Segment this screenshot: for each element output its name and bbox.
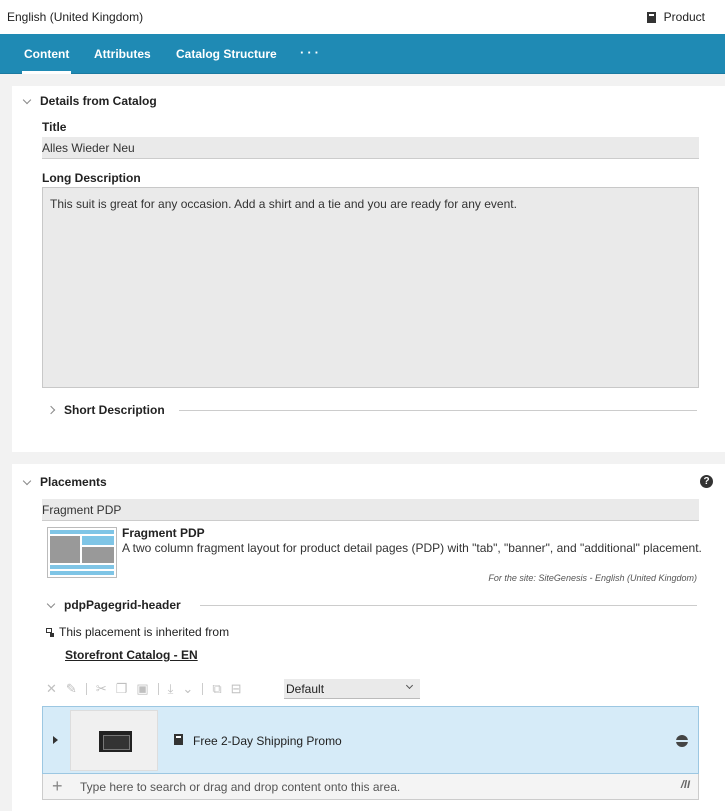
library-icon[interactable]: /lI [681,779,690,791]
tab-bar: Content Attributes Catalog Structure ··· [0,34,725,74]
chevron-down-icon[interactable] [22,476,32,485]
details-panel: Details from Catalog Title Alles Wieder … [12,86,725,452]
chevron-down-icon[interactable] [22,95,32,104]
move-down-icon[interactable]: ⤓ [168,681,174,697]
title-label: Title [42,120,67,134]
item-thumbnail [70,710,158,771]
hierarchy-icon [46,627,54,637]
more-tabs-button[interactable]: ··· [300,45,322,60]
layout-thumbnail [47,527,117,578]
tab-catalog-structure[interactable]: Catalog Structure [176,47,277,61]
placement-item-row[interactable]: Free 2-Day Shipping Promo [42,706,699,774]
tab-attributes[interactable]: Attributes [94,47,151,61]
cut-icon[interactable]: ✂ [96,681,107,697]
chevron-down-icon [405,681,414,690]
view-select[interactable]: Default [284,679,420,699]
long-description-field[interactable]: This suit is great for any occasion. Add… [42,187,699,388]
content-search-row[interactable]: + Type here to search or drag and drop c… [42,774,699,800]
layout-title: Fragment PDP [122,526,205,540]
expand-arrow-icon[interactable] [53,736,58,744]
details-section-header[interactable]: Details from Catalog [22,94,157,108]
add-icon[interactable]: + [52,776,63,797]
inherited-text: This placement is inherited from [59,625,230,639]
chevron-right-icon[interactable] [46,405,56,415]
dropdown-chevron-icon[interactable]: ⌄ [182,681,193,697]
short-description-label: Short Description [64,403,165,417]
product-icon [646,11,656,23]
divider [200,605,697,606]
placements-panel: Placements ? Fragment PDP Fragment PDP A… [12,464,725,811]
content-type-icon [174,734,183,745]
hierarchy-tool-icon[interactable]: ⧉ [212,681,221,697]
placements-section-title: Placements [40,475,107,489]
title-field[interactable]: Alles Wieder Neu [42,137,699,159]
short-description-toggle[interactable]: Short Description [46,403,165,417]
details-section-title: Details from Catalog [40,94,157,108]
remove-icon[interactable]: ✕ [46,681,57,697]
globe-icon[interactable] [676,735,688,747]
help-icon[interactable]: ? [700,475,713,488]
tab-content[interactable]: Content [21,47,72,74]
inherited-notice: This placement is inherited from [46,625,229,639]
chevron-down-icon[interactable] [46,599,56,608]
placement-name: pdpPagegrid-header [64,598,181,612]
placement-header[interactable]: pdpPagegrid-header [46,598,181,612]
placement-toolbar: ✕ ✎ ✂ ❐ ▣ ⤓ ⌄ ⧉ ⊟ [46,678,251,700]
object-type-label: Product [663,10,705,24]
banner-preview-icon [99,731,132,752]
layout-site-note: For the site: SiteGenesis - English (Uni… [488,573,697,583]
content-search-input[interactable]: Type here to search or drag and drop con… [80,780,400,794]
edit-icon[interactable]: ✎ [66,681,77,697]
item-name[interactable]: Free 2-Day Shipping Promo [193,734,342,748]
layout-select-field[interactable]: Fragment PDP [42,499,699,521]
placements-section-header[interactable]: Placements [22,475,107,489]
layout-description: A two column fragment layout for product… [122,541,702,555]
locale-label[interactable]: English (United Kingdom) [7,10,143,24]
top-bar: English (United Kingdom) Product [0,0,725,34]
copy-icon[interactable]: ❐ [116,681,128,697]
divider [179,410,697,411]
view-select-value: Default [286,682,325,696]
object-type: Product [646,10,705,24]
lock-icon[interactable]: ⊟ [231,681,242,697]
paste-icon[interactable]: ▣ [136,681,148,697]
inherited-source-link[interactable]: Storefront Catalog - EN [65,648,198,662]
long-description-label: Long Description [42,171,141,185]
